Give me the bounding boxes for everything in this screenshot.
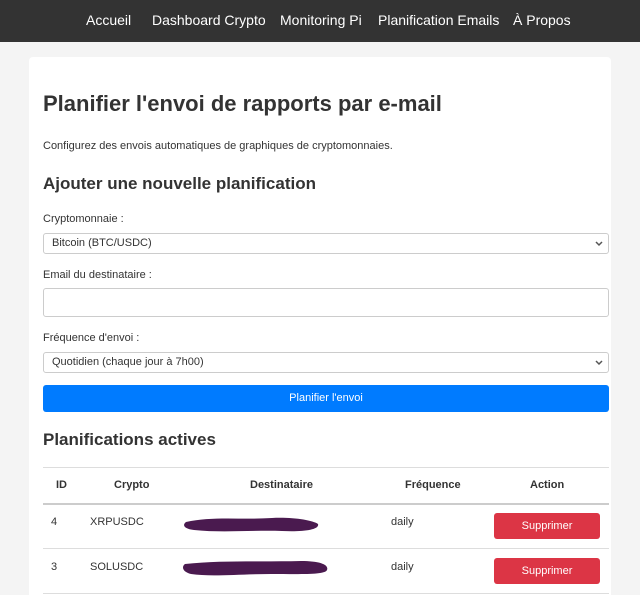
chevron-down-icon bbox=[595, 360, 603, 366]
top-navbar: Accueil Dashboard Crypto Monitoring Pi P… bbox=[0, 0, 640, 42]
row-divider bbox=[43, 548, 609, 549]
row-divider bbox=[43, 593, 609, 594]
table-top-border bbox=[43, 467, 609, 468]
delete-button[interactable]: Supprimer bbox=[494, 513, 600, 539]
column-header-action: Action bbox=[530, 479, 565, 491]
redaction-mark bbox=[183, 561, 328, 576]
table-header-border bbox=[43, 503, 609, 505]
crypto-select-value: Bitcoin (BTC/USDC) bbox=[52, 237, 152, 249]
email-label: Email du destinataire : bbox=[43, 269, 152, 281]
nav-link-accueil[interactable]: Accueil bbox=[86, 12, 131, 29]
nav-link-monitoring-pi[interactable]: Monitoring Pi bbox=[280, 12, 362, 29]
chevron-down-icon bbox=[595, 241, 603, 247]
row-id: 4 bbox=[51, 516, 58, 528]
email-field[interactable] bbox=[43, 288, 609, 317]
row-id: 3 bbox=[51, 561, 58, 573]
delete-button[interactable]: Supprimer bbox=[494, 558, 600, 584]
nav-link-planification-emails[interactable]: Planification Emails bbox=[378, 12, 499, 29]
row-crypto: XRPUSDC bbox=[90, 516, 144, 528]
row-frequency: daily bbox=[391, 516, 414, 528]
schedules-heading: Planifications actives bbox=[43, 430, 216, 449]
page-title: Planifier l'envoi de rapports par e-mail bbox=[43, 91, 442, 116]
frequency-label: Fréquence d'envoi : bbox=[43, 332, 140, 344]
column-header-destinataire: Destinataire bbox=[250, 479, 313, 491]
crypto-label: Cryptomonnaie : bbox=[43, 213, 124, 225]
schedule-submit-button[interactable]: Planifier l'envoi bbox=[43, 385, 609, 412]
frequency-select[interactable]: Quotidien (chaque jour à 7h00) bbox=[43, 352, 609, 373]
column-header-frequence: Fréquence bbox=[405, 479, 461, 491]
frequency-select-value: Quotidien (chaque jour à 7h00) bbox=[52, 356, 204, 368]
column-header-id: ID bbox=[56, 479, 67, 491]
page-intro: Configurez des envois automatiques de gr… bbox=[43, 140, 393, 152]
nav-link-a-propos[interactable]: À Propos bbox=[513, 12, 571, 29]
redaction-mark bbox=[184, 517, 319, 532]
row-crypto: SOLUSDC bbox=[90, 561, 144, 573]
nav-link-dashboard-crypto[interactable]: Dashboard Crypto bbox=[152, 12, 266, 29]
row-frequency: daily bbox=[391, 561, 414, 573]
form-heading: Ajouter une nouvelle planification bbox=[43, 174, 316, 193]
crypto-select[interactable]: Bitcoin (BTC/USDC) bbox=[43, 233, 609, 254]
column-header-crypto: Crypto bbox=[114, 479, 150, 491]
